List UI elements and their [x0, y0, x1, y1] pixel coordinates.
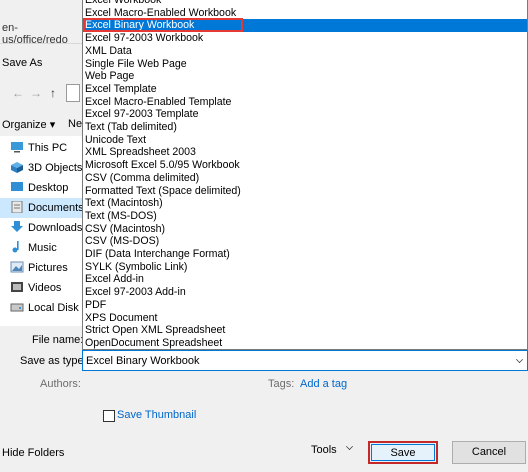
dialog-toolbar: Organize ▾ Ne [0, 114, 82, 136]
file-type-option[interactable]: SYLK (Symbolic Link) [83, 261, 527, 274]
organize-button[interactable]: Organize ▾ [2, 118, 55, 131]
cube-icon [11, 162, 23, 173]
file-type-option[interactable]: Excel Binary Workbook [83, 18, 527, 33]
save-as-type-dropdown-list[interactable]: Excel Workbook Excel Macro-Enabled Workbo… [82, 0, 528, 350]
tree-item-3d-objects[interactable]: 3D Objects [0, 158, 82, 178]
file-type-option[interactable]: Excel 97-2003 Workbook [83, 32, 527, 45]
file-type-option[interactable]: OpenDocument Spreadsheet [83, 337, 527, 349]
tree-item-downloads[interactable]: Downloads [0, 218, 82, 238]
file-name-label: File name: [32, 334, 84, 346]
forward-arrow-icon[interactable]: → [30, 86, 42, 100]
new-folder-button[interactable]: Ne [68, 118, 82, 130]
desktop-icon [11, 182, 23, 191]
file-type-option[interactable]: XML Data [83, 45, 527, 58]
save-as-type-value: Excel Binary Workbook [86, 355, 200, 367]
save-thumbnail-checkbox[interactable] [103, 410, 115, 422]
tree-item-pictures[interactable]: Pictures [0, 258, 82, 278]
chevron-down-icon [516, 356, 523, 363]
file-type-option[interactable]: Web Page [83, 70, 527, 83]
file-type-option[interactable]: Excel 97-2003 Add-in [83, 286, 527, 299]
download-icon [11, 221, 23, 232]
file-type-option[interactable]: Excel Workbook [83, 0, 527, 7]
tree-item-label: Videos [28, 282, 62, 294]
picture-icon [10, 261, 24, 273]
tree-item-desktop[interactable]: Desktop [0, 178, 82, 198]
save-button[interactable]: Save [368, 441, 438, 464]
file-type-option[interactable]: Single File Web Page [83, 58, 527, 71]
tree-item-local-disk[interactable]: Local Disk (C [0, 298, 93, 318]
tree-item-label: 3D Objects [28, 162, 83, 174]
file-type-option[interactable]: XPS Document [83, 312, 527, 325]
tree-item-label: Music [28, 242, 57, 254]
document-icon [11, 201, 23, 213]
save-as-type-label: Save as type: [20, 355, 87, 367]
tree-item-videos[interactable]: Videos [0, 278, 82, 298]
cancel-button[interactable]: Cancel [452, 441, 526, 464]
save-thumbnail-label[interactable]: Save Thumbnail [117, 409, 196, 421]
file-type-option[interactable]: Text (Tab delimited) [83, 121, 527, 134]
hide-folders-button[interactable]: Hide Folders [2, 447, 64, 459]
file-type-option[interactable]: CSV (MS-DOS) [83, 235, 527, 248]
tree-item-music[interactable]: Music [0, 238, 82, 258]
file-type-option[interactable]: DIF (Data Interchange Format) [83, 248, 527, 261]
file-type-option[interactable]: Excel 97-2003 Template [83, 108, 527, 121]
dialog-title: Save As [2, 57, 43, 69]
folder-path-icon [66, 84, 80, 102]
authors-label: Authors: [40, 378, 81, 390]
tree-item-label: Downloads [28, 222, 83, 234]
tree-item-this-pc[interactable]: This PC [0, 138, 82, 158]
file-type-option[interactable]: Excel Template [83, 83, 527, 96]
tree-item-label: Pictures [28, 262, 68, 274]
file-type-option[interactable]: Text (Macintosh) [83, 197, 527, 210]
file-type-option[interactable]: CSV (Macintosh) [83, 223, 527, 236]
url-fragment[interactable]: en-us/office/redo [2, 22, 82, 46]
up-arrow-icon[interactable]: ↑ [50, 86, 56, 100]
highlight-box [83, 18, 243, 33]
tree-item-label: This PC [28, 142, 68, 154]
file-type-option[interactable]: Excel Macro-Enabled Template [83, 96, 527, 109]
music-icon [12, 241, 19, 253]
tools-button[interactable]: Tools [311, 444, 337, 456]
file-type-option[interactable]: Formatted Text (Space delimited) [83, 185, 527, 198]
save-as-type-select[interactable]: Excel Binary Workbook [82, 350, 528, 371]
browser-address-strip: en-us/office/redo [0, 0, 82, 46]
file-type-option[interactable]: Text (MS-DOS) [83, 210, 527, 223]
back-arrow-icon[interactable]: ← [12, 86, 24, 100]
tags-label: Tags: [268, 378, 295, 390]
file-type-option[interactable]: Microsoft Excel 5.0/95 Workbook [83, 159, 527, 172]
tree-item-documents[interactable]: Documents [0, 198, 84, 218]
file-type-option[interactable]: PDF [83, 299, 527, 312]
file-type-option[interactable]: Excel Add-in [83, 273, 527, 286]
tree-item-label: Desktop [28, 182, 69, 194]
drive-icon [10, 303, 24, 312]
add-tag-link[interactable]: Add a tag [300, 378, 347, 390]
tree-item-label: Documents [28, 202, 84, 214]
computer-icon [11, 142, 23, 153]
navigation-tree: This PC 3D Objects Desktop Documents Dow… [0, 136, 93, 326]
nav-bar: ← → ↑ [0, 82, 82, 106]
file-type-option[interactable]: Strict Open XML Spreadsheet [83, 324, 527, 337]
chevron-down-icon [346, 443, 353, 450]
file-type-option[interactable]: Unicode Text [83, 134, 527, 147]
video-icon [11, 282, 23, 292]
file-type-option[interactable]: CSV (Comma delimited) [83, 172, 527, 185]
file-type-option[interactable]: XML Spreadsheet 2003 [83, 146, 527, 159]
